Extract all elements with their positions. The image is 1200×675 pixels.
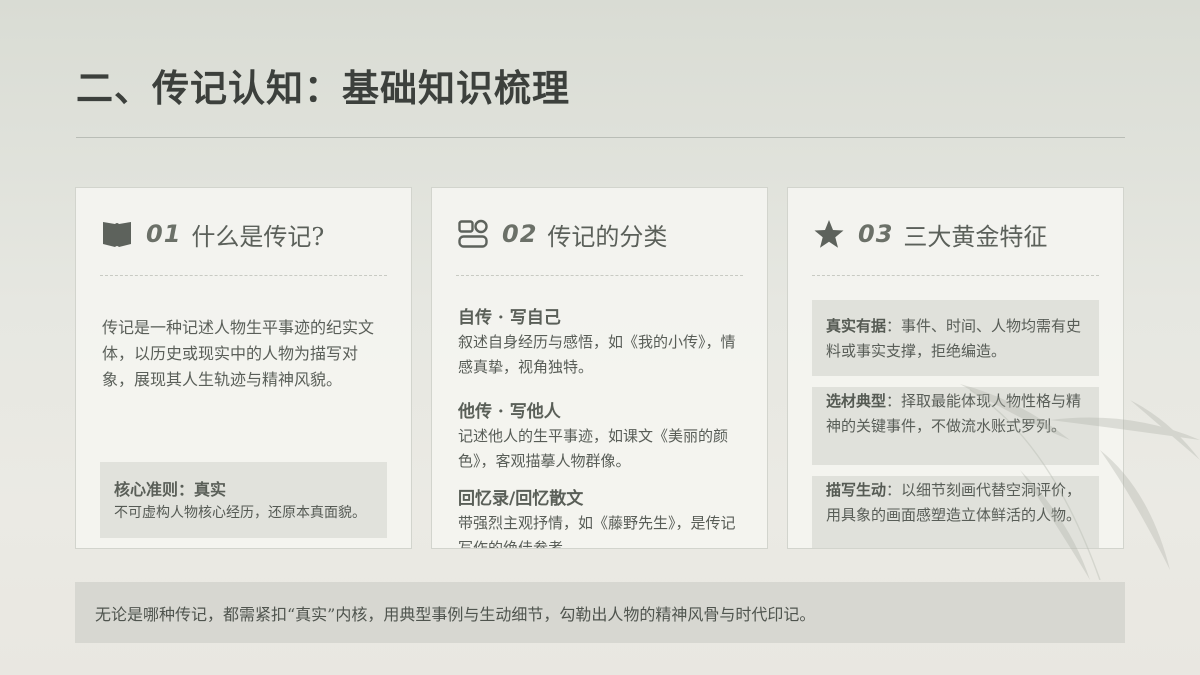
- type-text: 叙述自身经历与感悟，如《我的小传》，情感真挚，视角独特。: [458, 333, 736, 376]
- type-text: 带强烈主观抒情，如《藤野先生》，是传记写作的绝佳参考。: [458, 514, 736, 549]
- card-header: 01 什么是传记?: [102, 216, 391, 252]
- card-number: 02: [502, 220, 538, 248]
- core-principle-title: 核心准则：真实: [114, 480, 227, 499]
- core-principle-text: 不可虚构人物核心经历，还原本真面貌。: [114, 505, 366, 521]
- type-title: 回忆录/回忆散文: [458, 489, 584, 509]
- type-biography: 他传 · 写他人 记述他人的生平事迹，如课文《美丽的颜色》，客观描摹人物群像。: [458, 400, 748, 474]
- title-divider: [76, 137, 1125, 138]
- feature-vivid: 描写生动：以细节刻画代替空洞评价，用具象的画面感塑造立体鲜活的人物。: [812, 476, 1099, 548]
- type-text: 记述他人的生平事迹，如课文《美丽的颜色》，客观描摹人物群像。: [458, 427, 729, 470]
- type-autobiography: 自传 · 写自己 叙述自身经历与感悟，如《我的小传》，情感真挚，视角独特。: [458, 306, 748, 380]
- star-icon: [814, 219, 844, 249]
- feature-typical: 选材典型：择取最能体现人物性格与精神的关键事件，不做流水账式罗列。: [812, 387, 1099, 465]
- core-principle-box: 核心准则：真实 不可虚构人物核心经历，还原本真面貌。: [100, 462, 387, 538]
- feature-key: 选材典型: [826, 392, 887, 410]
- card-divider: [456, 275, 743, 276]
- summary-text: 无论是哪种传记，都需紧扣“真实”内核，用典型事例与生动细节，勾勒出人物的精神风骨…: [95, 604, 816, 624]
- card-title: 传记的分类: [547, 222, 668, 251]
- type-memoir: 回忆录/回忆散文 带强烈主观抒情，如《藤野先生》，是传记写作的绝佳参考。: [458, 487, 748, 549]
- summary-bar: 无论是哪种传记，都需紧扣“真实”内核，用典型事例与生动细节，勾勒出人物的精神风骨…: [75, 582, 1125, 643]
- card-number: 03: [858, 220, 894, 248]
- card-what-is-biography: 01 什么是传记? 传记是一种记述人物生平事迹的纪实文体，以历史或现实中的人物为…: [75, 187, 412, 549]
- card-title: 三大黄金特征: [903, 222, 1048, 251]
- card-header: 03 三大黄金特征: [814, 216, 1103, 252]
- feature-key: 描写生动: [826, 481, 887, 499]
- card-header: 02 传记的分类: [458, 216, 747, 252]
- type-title: 他传 · 写他人: [458, 402, 561, 422]
- card-golden-features: 03 三大黄金特征 真实有据：事件、时间、人物均需有史料或事实支撑，拒绝编造。 …: [787, 187, 1124, 549]
- page-title: 二、传记认知：基础知识梳理: [76, 66, 570, 110]
- card-title: 什么是传记?: [191, 222, 325, 251]
- feature-key: 真实有据: [826, 317, 887, 335]
- card-divider: [812, 275, 1099, 276]
- card-number: 01: [146, 220, 182, 248]
- category-icon: [458, 219, 488, 249]
- definition-text: 传记是一种记述人物生平事迹的纪实文体，以历史或现实中的人物为描写对象，展现其人生…: [102, 318, 375, 389]
- feature-authentic: 真实有据：事件、时间、人物均需有史料或事实支撑，拒绝编造。: [812, 300, 1099, 376]
- card-divider: [100, 275, 387, 276]
- type-title: 自传 · 写自己: [458, 308, 561, 328]
- card-biography-types: 02 传记的分类 自传 · 写自己 叙述自身经历与感悟，如《我的小传》，情感真挚…: [431, 187, 768, 549]
- book-icon: [102, 219, 132, 249]
